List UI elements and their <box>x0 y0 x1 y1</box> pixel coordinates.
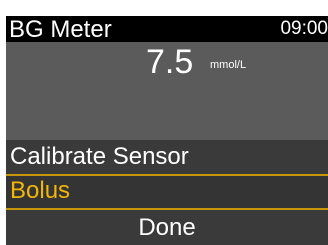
menu-item-bolus[interactable]: Bolus <box>6 174 328 210</box>
bg-value: 7.5 <box>146 43 194 81</box>
bg-reading-panel: 7.5 mmol/L <box>6 42 328 140</box>
clock-time: 09:00 <box>280 18 328 39</box>
menu-item-calibrate-sensor[interactable]: Calibrate Sensor <box>6 140 328 174</box>
menu-item-label: Bolus <box>10 177 71 204</box>
device-display: BG Meter 09:00 7.5 mmol/L Calibrate Sens… <box>6 16 328 245</box>
menu-item-label: Calibrate Sensor <box>10 143 189 170</box>
header-bar: BG Meter 09:00 <box>6 16 328 43</box>
done-button-label: Done <box>138 214 196 241</box>
bg-unit: mmol/L <box>210 59 247 71</box>
screen: BG Meter 09:00 7.5 mmol/L Calibrate Sens… <box>0 0 328 245</box>
done-button[interactable]: Done <box>6 210 328 245</box>
screen-title: BG Meter <box>9 16 112 43</box>
